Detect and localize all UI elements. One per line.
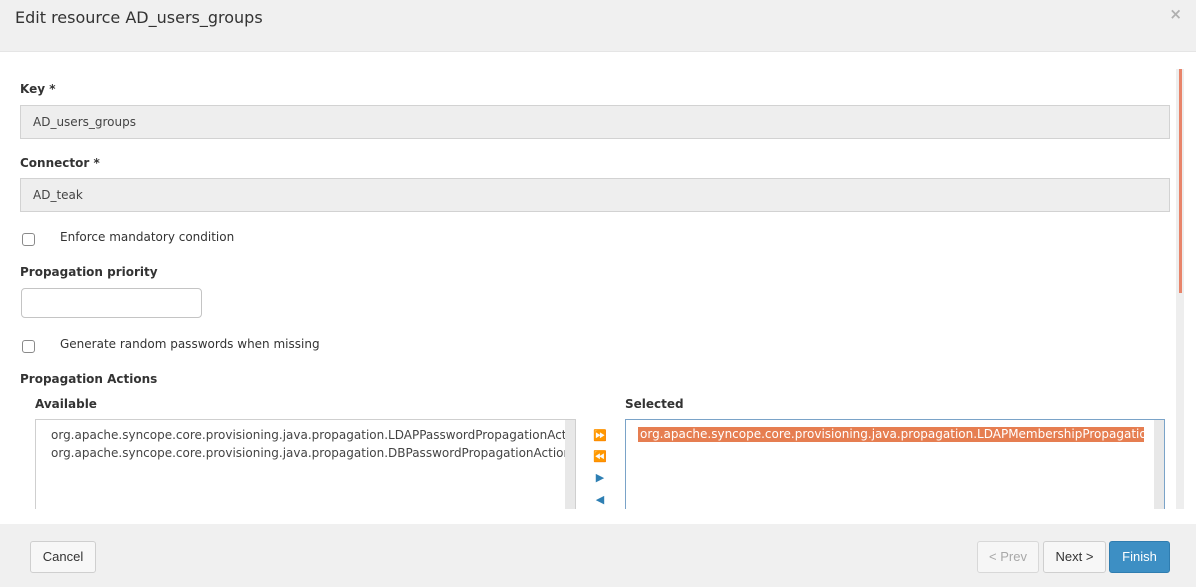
available-list-scrollbar[interactable]	[565, 420, 575, 509]
available-list[interactable]: org.apache.syncope.core.provisioning.jav…	[35, 419, 576, 509]
enforce-mandatory-checkbox[interactable]	[22, 233, 35, 246]
enforce-mandatory-label: Enforce mandatory condition	[60, 230, 235, 244]
close-icon[interactable]: ×	[1169, 5, 1182, 23]
remove-icon[interactable]: ◀	[590, 493, 610, 507]
propagation-priority-input[interactable]	[21, 288, 202, 318]
cancel-button[interactable]: Cancel	[30, 541, 96, 573]
key-input[interactable]: AD_users_groups	[20, 105, 1170, 139]
selected-list-scrollbar[interactable]	[1154, 420, 1164, 509]
key-label: Key *	[20, 82, 56, 96]
finish-button[interactable]: Finish	[1109, 541, 1170, 573]
dialog-title: Edit resource AD_users_groups	[15, 8, 263, 27]
prev-button[interactable]: < Prev	[977, 541, 1039, 573]
next-button[interactable]: Next >	[1043, 541, 1106, 573]
random-passwords-checkbox[interactable]	[22, 340, 35, 353]
propagation-actions-label: Propagation Actions	[20, 372, 158, 386]
connector-label: Connector *	[20, 156, 100, 170]
modal-header: Edit resource AD_users_groups ×	[0, 0, 1196, 52]
modal-body: Key * AD_users_groups Connector * AD_tea…	[0, 53, 1196, 509]
add-icon[interactable]: ▶	[590, 471, 610, 485]
add-all-icon[interactable]: ⏩	[590, 429, 610, 443]
connector-input[interactable]: AD_teak	[20, 178, 1170, 212]
modal-footer: Cancel < Prev Next > Finish	[0, 524, 1196, 587]
propagation-priority-label: Propagation priority	[20, 265, 158, 279]
available-label: Available	[35, 397, 97, 411]
list-item[interactable]: org.apache.syncope.core.provisioning.jav…	[638, 427, 1144, 442]
remove-all-icon[interactable]: ⏪	[590, 450, 610, 464]
list-item[interactable]: org.apache.syncope.core.provisioning.jav…	[51, 428, 575, 442]
random-passwords-label: Generate random passwords when missing	[60, 337, 320, 351]
selected-label: Selected	[625, 397, 684, 411]
body-scrollbar-thumb[interactable]	[1179, 69, 1182, 293]
list-item[interactable]: org.apache.syncope.core.provisioning.jav…	[51, 446, 575, 460]
selected-list[interactable]: org.apache.syncope.core.provisioning.jav…	[625, 419, 1165, 509]
